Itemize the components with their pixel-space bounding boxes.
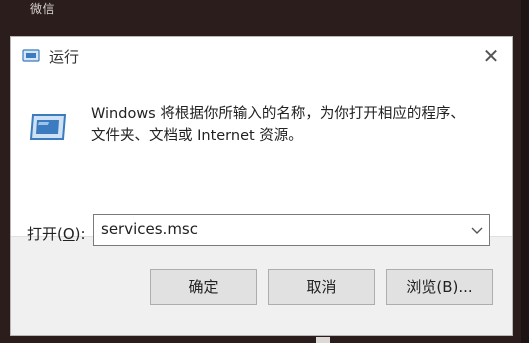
dialog-title: 运行 [49, 48, 80, 66]
close-icon: ✕ [482, 44, 500, 68]
background-app-label: 微信 [30, 2, 56, 16]
chevron-down-icon[interactable] [469, 222, 485, 238]
open-label-suffix: ): [74, 225, 86, 243]
open-label-prefix: 打开( [27, 225, 63, 243]
run-icon [27, 109, 69, 143]
background-strip [521, 0, 529, 343]
open-label-accesskey: O [62, 225, 75, 243]
browse-button[interactable]: 浏览(B)... [386, 269, 493, 305]
close-button[interactable]: ✕ [477, 42, 505, 70]
background-fragment [316, 337, 330, 343]
dialog-description: Windows 将根据你所输入的名称，为你打开相应的程序、 文件夹、文档或 In… [91, 106, 465, 144]
desktop: 微信 运行 ✕ Windows 将根据你所输入的名称，为你打开相应的程序、 文件… [0, 0, 529, 343]
command-input[interactable]: services.msc [101, 220, 198, 238]
dialog-body: Windows 将根据你所输入的名称，为你打开相应的程序、 文件夹、文档或 In… [11, 75, 512, 246]
ok-button[interactable]: 确定 [150, 269, 257, 305]
run-dialog: 运行 ✕ Windows 将根据你所输入的名称，为你打开相应的程序、 文件夹、文… [10, 36, 513, 336]
title-bar: 运行 ✕ [11, 37, 512, 75]
run-icon [22, 48, 40, 63]
open-label: 打开(O): [27, 223, 86, 244]
command-combobox[interactable]: services.msc [93, 214, 490, 246]
cancel-button[interactable]: 取消 [268, 269, 375, 305]
